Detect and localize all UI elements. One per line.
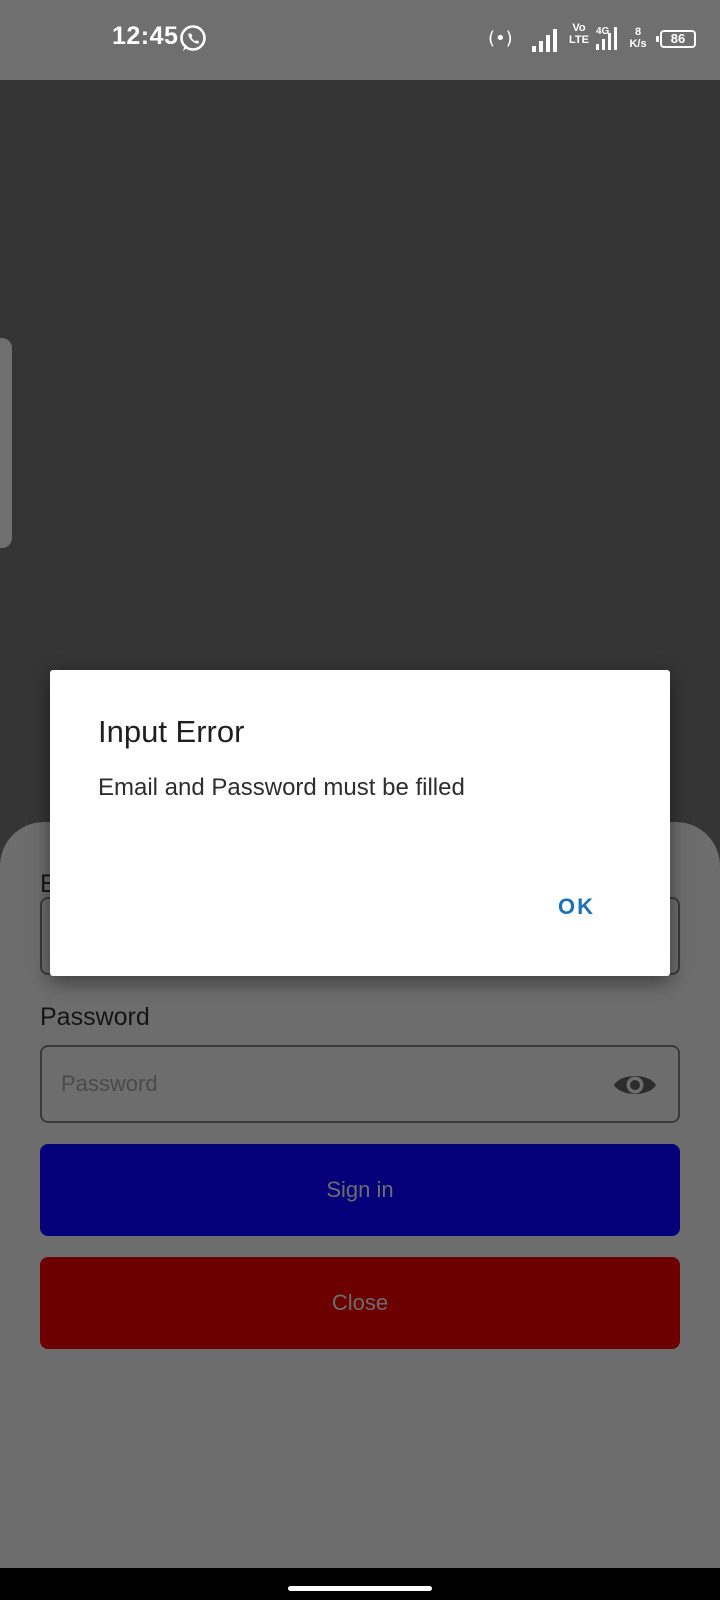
status-time: 12:45 (112, 22, 179, 50)
close-button[interactable]: Close (40, 1257, 680, 1349)
password-field[interactable]: Password (40, 1045, 680, 1123)
whatsapp-icon (180, 25, 206, 51)
password-placeholder: Password (61, 1071, 158, 1096)
network-type-text: 4G (596, 26, 610, 37)
status-bar: 12:45 (•) Vo LTE 4G 8 K/s 86 (0, 0, 720, 80)
password-label: Password (40, 1003, 150, 1031)
volte-top-text: Vo (572, 22, 586, 34)
side-edge-handle[interactable] (0, 338, 12, 548)
ok-button[interactable]: OK (558, 894, 595, 920)
dialog-message: Email and Password must be filled (98, 774, 465, 801)
battery-level: 86 (670, 31, 686, 46)
network-signal-icon: 4G (596, 26, 617, 50)
dialog-title: Input Error (98, 714, 245, 749)
network-speed-unit: K/s (629, 38, 647, 50)
navigation-bar (0, 1568, 720, 1600)
hotspot-icon: (•) (488, 28, 513, 49)
volte-bottom-text: LTE (569, 34, 589, 46)
volte-icon: Vo LTE (566, 22, 592, 52)
network-speed-value: 8 (634, 26, 642, 38)
home-indicator[interactable] (288, 1586, 432, 1591)
signal-strength-icon (532, 29, 557, 52)
input-error-dialog: Input Error Email and Password must be f… (50, 670, 670, 976)
sign-in-button[interactable]: Sign in (40, 1144, 680, 1236)
network-speed: 8 K/s (626, 26, 650, 50)
eye-icon[interactable] (612, 1069, 658, 1101)
battery-icon: 86 (656, 30, 696, 48)
